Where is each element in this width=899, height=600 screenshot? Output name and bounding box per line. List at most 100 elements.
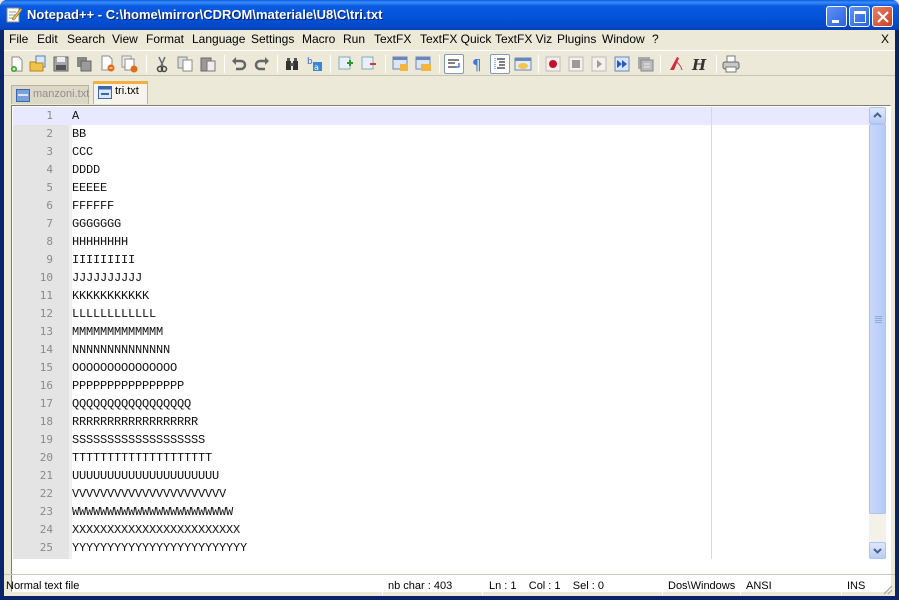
menu-edit[interactable]: Edit: [37, 32, 58, 46]
editor-line[interactable]: 11 KKKKKKKKKKK: [13, 287, 869, 305]
editor-line[interactable]: 21 UUUUUUUUUUUUUUUUUUUUU: [13, 467, 869, 485]
tidy-button[interactable]: [666, 54, 686, 74]
word-wrap-button[interactable]: [444, 54, 464, 74]
zoom-in-button[interactable]: [336, 54, 356, 74]
line-text: JJJJJJJJJJ: [72, 271, 143, 285]
menu-run[interactable]: Run: [343, 32, 365, 46]
menu-textfx-quick[interactable]: TextFX Quick: [420, 32, 491, 46]
editor-line[interactable]: 10 JJJJJJJJJJ: [13, 269, 869, 287]
sync-vertical-scroll-button[interactable]: [391, 54, 411, 74]
editor-line[interactable]: 23 WWWWWWWWWWWWWWWWWWWWWWW: [13, 503, 869, 521]
sync-horizontal-scroll-button[interactable]: [414, 54, 434, 74]
editor-line[interactable]: 7 GGGGGGG: [13, 215, 869, 233]
line-number: 9: [46, 253, 53, 266]
scroll-thumb[interactable]: [869, 124, 886, 514]
save-macro-button[interactable]: [635, 54, 655, 74]
open-file-button[interactable]: [28, 54, 48, 74]
editor-line[interactable]: 22 VVVVVVVVVVVVVVVVVVVVVV: [13, 485, 869, 503]
svg-text:a: a: [314, 63, 319, 72]
editor-line[interactable]: 9 IIIIIIIII: [13, 251, 869, 269]
toolbar-separator: [660, 55, 661, 73]
editor-line[interactable]: 19 SSSSSSSSSSSSSSSSSSS: [13, 431, 869, 449]
editor-line[interactable]: 1A: [13, 107, 869, 125]
editor-line[interactable]: 2 BB: [13, 125, 869, 143]
editor-line[interactable]: 18 RRRRRRRRRRRRRRRRRR: [13, 413, 869, 431]
html-tag-button[interactable]: H: [689, 54, 709, 74]
editor-line[interactable]: 5 EEEEE: [13, 179, 869, 197]
editor-line[interactable]: 13 MMMMMMMMMMMMM: [13, 323, 869, 341]
cut-button[interactable]: [152, 54, 172, 74]
svg-text:b: b: [307, 57, 313, 67]
run-macro-multiple-button[interactable]: [612, 54, 632, 74]
paste-button[interactable]: [198, 54, 218, 74]
zoom-out-button[interactable]: [359, 54, 379, 74]
menu-view[interactable]: View: [112, 32, 138, 46]
editor-line[interactable]: 20 TTTTTTTTTTTTTTTTTTTT: [13, 449, 869, 467]
menu-format[interactable]: Format: [146, 32, 184, 46]
menu-textfx[interactable]: TextFX: [374, 32, 411, 46]
tab-tri[interactable]: tri.txt: [93, 81, 148, 104]
print-button[interactable]: [721, 54, 741, 74]
editor-line[interactable]: 15 OOOOOOOOOOOOOOO: [13, 359, 869, 377]
user-defined-dialog-button[interactable]: [513, 54, 533, 74]
editor-line[interactable]: 8 HHHHHHHH: [13, 233, 869, 251]
line-text: CCC: [72, 145, 94, 159]
close-button[interactable]: [872, 6, 893, 27]
editor-line[interactable]: 14 NNNNNNNNNNNNNN: [13, 341, 869, 359]
redo-button[interactable]: [252, 54, 272, 74]
editor-line[interactable]: 6 FFFFFF: [13, 197, 869, 215]
find-button[interactable]: [282, 54, 302, 74]
menu-search[interactable]: Search: [67, 32, 105, 46]
replace-button[interactable]: ba: [305, 54, 325, 74]
menu-file[interactable]: File: [9, 32, 28, 46]
show-all-characters-button[interactable]: ¶: [467, 54, 487, 74]
menu-plugins[interactable]: Plugins: [557, 32, 596, 46]
menu-settings[interactable]: Settings: [251, 32, 294, 46]
menu-help[interactable]: ?: [652, 32, 659, 46]
svg-text:H: H: [691, 56, 707, 74]
close-file-button[interactable]: [98, 54, 118, 74]
status-insert-mode: INS: [847, 580, 866, 592]
indent-guide-button[interactable]: [490, 54, 510, 74]
editor-line[interactable]: 17 QQQQQQQQQQQQQQQQQ: [13, 395, 869, 413]
line-text: VVVVVVVVVVVVVVVVVVVVVV: [72, 487, 227, 501]
status-cursor-position: Ln : 1 Col : 1 Sel : 0: [489, 580, 604, 592]
text-editor[interactable]: 1 A 2 BB 3 CCC 4 DDDD 5 EEEEE 6 FFFFFF 7 GGGGGGG 8 HHHH…: [13, 107, 869, 559]
editor-line[interactable]: 25 YYYYYYYYYYYYYYYYYYYYYYYYY: [13, 539, 869, 557]
new-file-button[interactable]: [7, 54, 27, 74]
editor-line[interactable]: 3 CCC: [13, 143, 869, 161]
vertical-scrollbar[interactable]: [869, 107, 886, 559]
menu-window[interactable]: Window: [602, 32, 645, 46]
menu-language[interactable]: Language: [192, 32, 245, 46]
thumb-grip: [875, 320, 882, 321]
scroll-up-button[interactable]: [869, 107, 886, 124]
start-recording-button[interactable]: [543, 54, 563, 74]
line-text: TTTTTTTTTTTTTTTTTTTT: [72, 451, 213, 465]
close-document-button[interactable]: X: [881, 32, 889, 46]
menu-textfx-viz[interactable]: TextFX Viz: [495, 32, 552, 46]
undo-button[interactable]: [229, 54, 249, 74]
save-all-button[interactable]: [74, 54, 94, 74]
line-number: 16: [39, 379, 53, 392]
playback-button[interactable]: [589, 54, 609, 74]
line-number: 25: [39, 541, 53, 554]
editor-line[interactable]: 4 DDDD: [13, 161, 869, 179]
editor-line[interactable]: 24 XXXXXXXXXXXXXXXXXXXXXXXX: [13, 521, 869, 539]
title-bar[interactable]: Notepad++ - C:\home\mirror\CDROM\materia…: [0, 0, 899, 30]
save-button[interactable]: [51, 54, 71, 74]
tab-manzoni[interactable]: manzoni.txt: [11, 85, 89, 104]
editor-line[interactable]: 26ZZZZZZZZZZZZZZZZZZZZZZZZZZ: [13, 557, 869, 559]
toolbar-separator: [146, 55, 147, 73]
stop-recording-button[interactable]: [566, 54, 586, 74]
maximize-button[interactable]: [849, 6, 870, 27]
close-all-button[interactable]: [120, 54, 140, 74]
zoom-in-icon: [338, 56, 353, 70]
resize-grip-icon[interactable]: [881, 583, 893, 595]
scroll-down-button[interactable]: [869, 542, 886, 559]
editor-line[interactable]: 16 PPPPPPPPPPPPPPPP: [13, 377, 869, 395]
copy-button[interactable]: [175, 54, 195, 74]
editor-line[interactable]: 12 LLLLLLLLLLLL: [13, 305, 869, 323]
menu-macro[interactable]: Macro: [302, 32, 335, 46]
minimize-icon: [832, 20, 839, 23]
minimize-button[interactable]: [826, 6, 847, 27]
